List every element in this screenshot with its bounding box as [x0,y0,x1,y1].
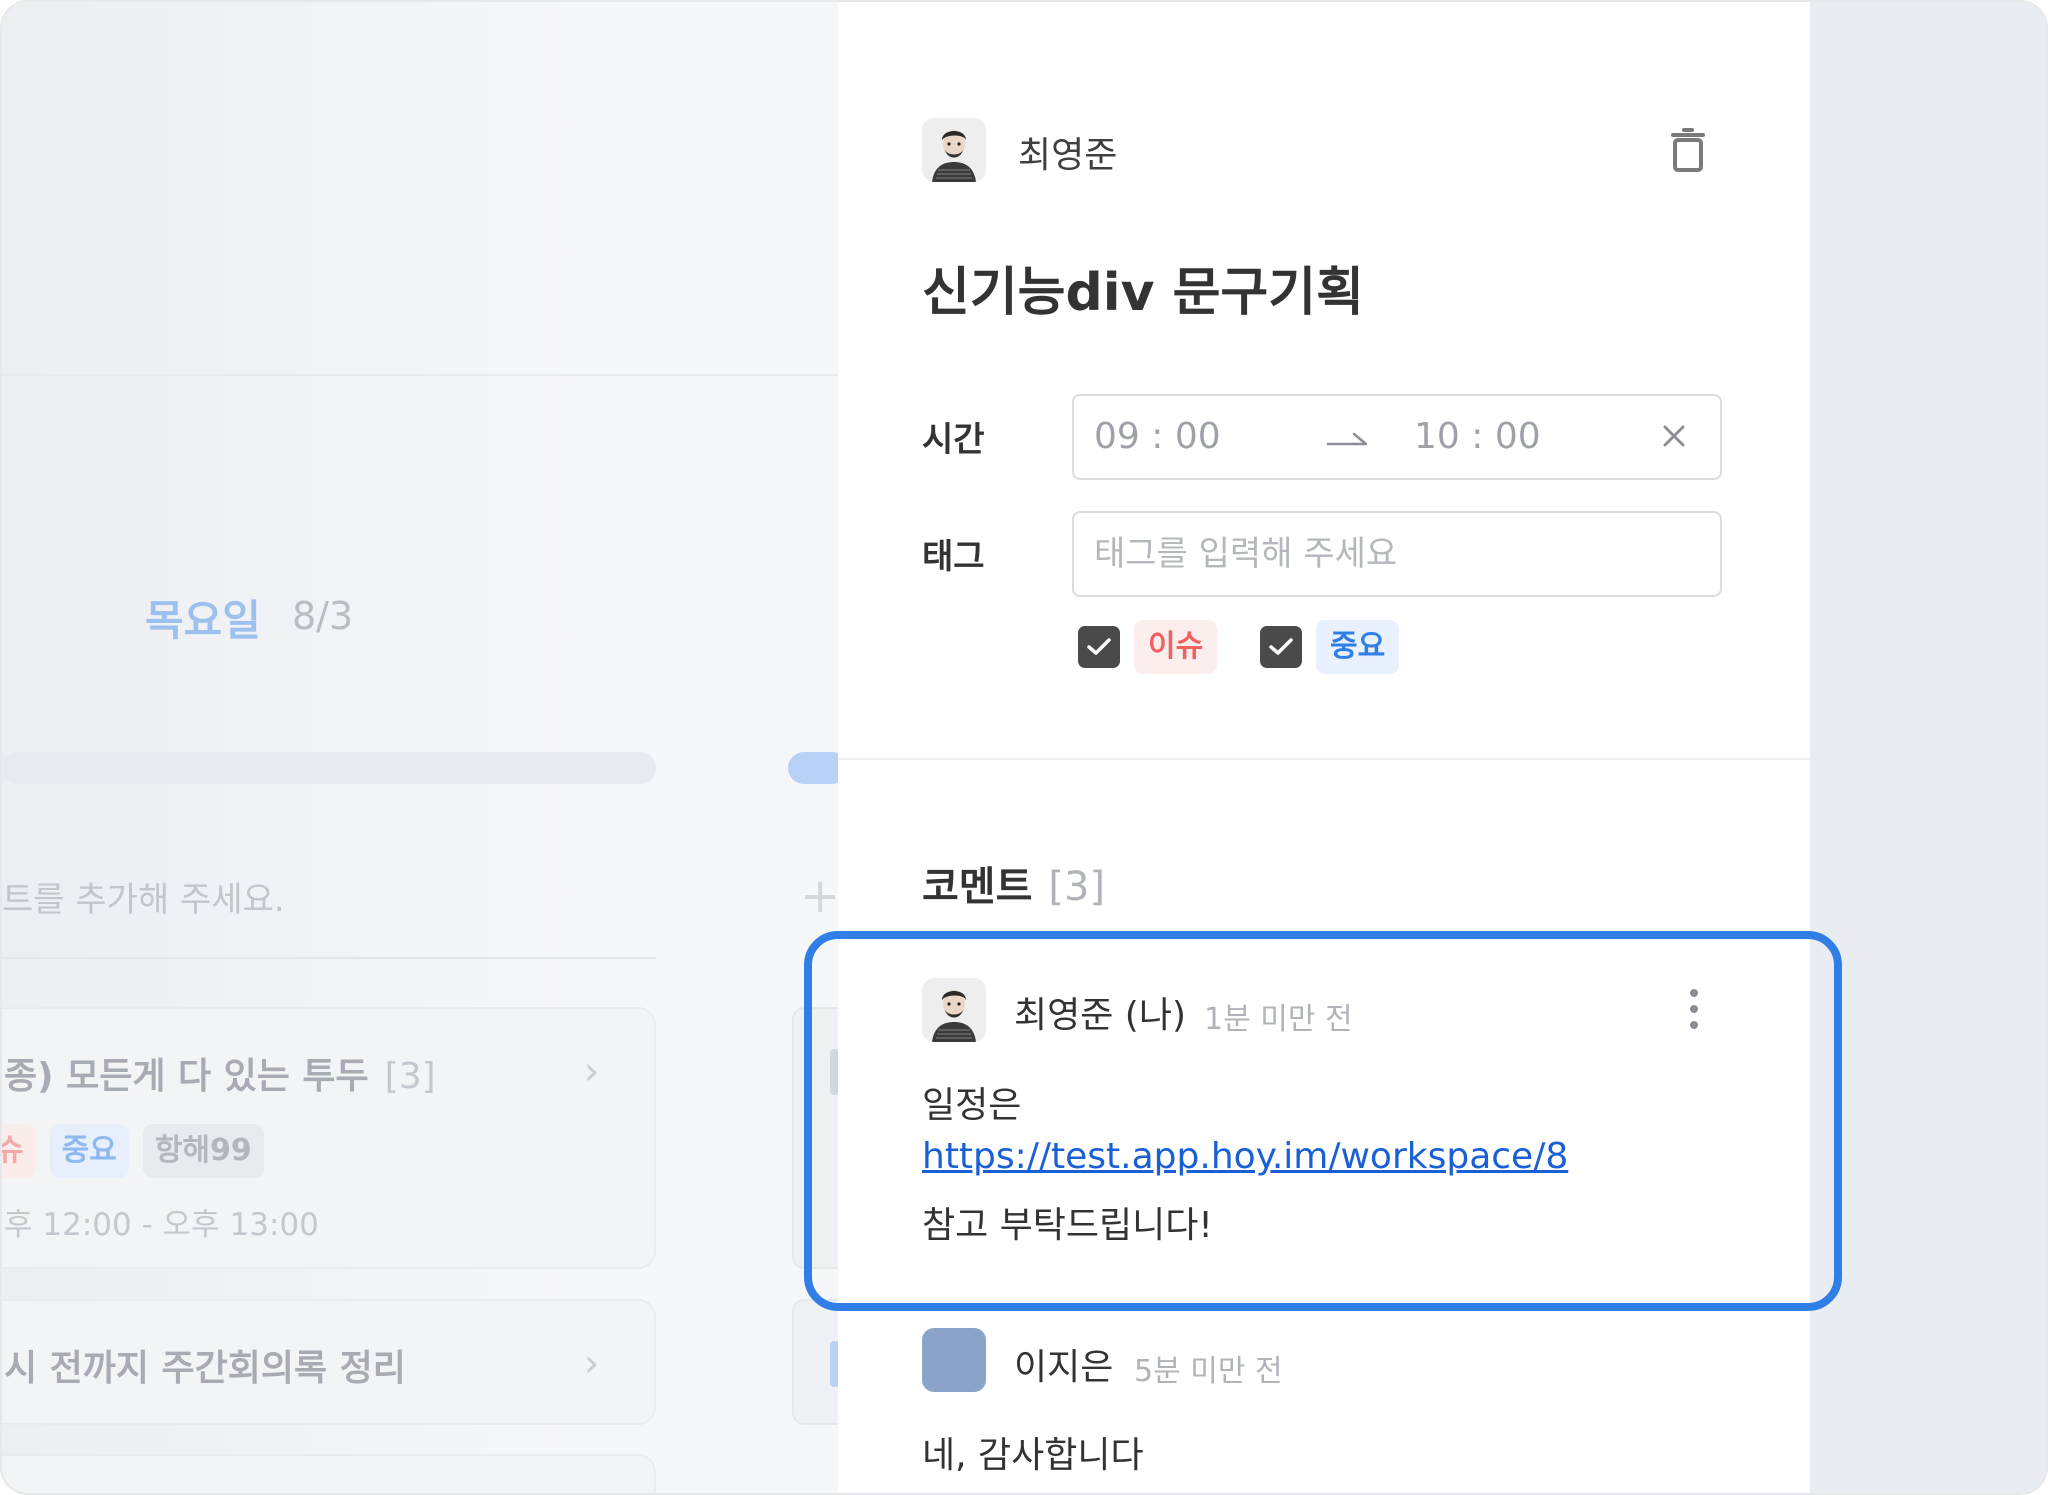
tag-checkbox-issue[interactable] [1078,626,1120,668]
comments-heading: 코멘트 [3] [922,864,1106,910]
tag-input[interactable] [1072,511,1722,597]
tag-important[interactable]: 중요 [1316,620,1400,674]
app-frame: 목요일 8/3 트를 추가해 주세요. + 종) 모든게 다 있는 투두 [3] … [0,0,2048,1495]
start-time-input[interactable]: 09 : 00 [1094,416,1221,457]
divider [2,374,838,376]
add-todo-placeholder[interactable]: 트를 추가해 주세요. [2,872,285,921]
todo-card[interactable]: 시 전까지 주간회의록 정리 › [2,1299,656,1425]
section-divider [838,758,1810,760]
avatar [922,1328,986,1392]
avatar [922,118,986,182]
comment-timestamp: 5분 미만 전 [1134,1354,1283,1389]
tag-issue[interactable]: 이슈 [1134,620,1218,674]
chevron-right-icon[interactable]: › [584,1341,599,1385]
add-todo-underline [2,957,656,959]
tag-important: 중요 [49,1124,129,1178]
todo-card[interactable]: 종) 모든게 다 있는 투두[3] › 슈 중요 항해99 후 12:00 - … [2,1007,656,1269]
tag-issue: 슈 [2,1124,36,1178]
comment-text: 네, 감사합니다 [922,1435,1144,1476]
time-range-field[interactable]: 09 : 00 10 : 00 [1072,394,1722,480]
author-name: 최영준 [1018,135,1118,176]
comment-author: 이지은 [1014,1347,1114,1388]
todo-card-count: [3] [384,1056,436,1097]
close-icon[interactable] [1656,418,1692,454]
plus-icon[interactable]: + [800,868,840,924]
background-edge [1810,2,2046,1493]
highlight-outline [804,931,1842,1311]
day-label: 목요일 [145,596,261,645]
tag-hanghae: 항해99 [142,1124,264,1178]
arrow-right-icon [1326,432,1368,446]
todo-card-tags: 슈 중요 항해99 [2,1124,264,1178]
todo-title[interactable]: 신기능div 문구기획 [922,250,1364,325]
todo-card-title: 시 전까지 주간회의록 정리 [4,1348,406,1389]
date-label: 8/3 [292,594,354,638]
chevron-right-icon[interactable]: › [584,1049,599,1093]
end-time-input[interactable]: 10 : 00 [1414,416,1541,457]
todo-card[interactable] [2,1454,656,1493]
todo-card-time: 후 12:00 - 오후 13:00 [4,1207,319,1243]
time-label: 시간 [922,420,985,460]
tag-checkbox-important[interactable] [1260,626,1302,668]
todo-card-title: 종) 모든게 다 있는 투두 [3] [4,1056,436,1097]
progress-bar [2,752,656,784]
background-todo-list: 목요일 8/3 트를 추가해 주세요. + 종) 모든게 다 있는 투두 [3] … [2,2,852,1493]
tag-label: 태그 [922,537,985,577]
comments-count: [3] [1048,864,1106,910]
trash-icon[interactable] [1668,126,1708,174]
